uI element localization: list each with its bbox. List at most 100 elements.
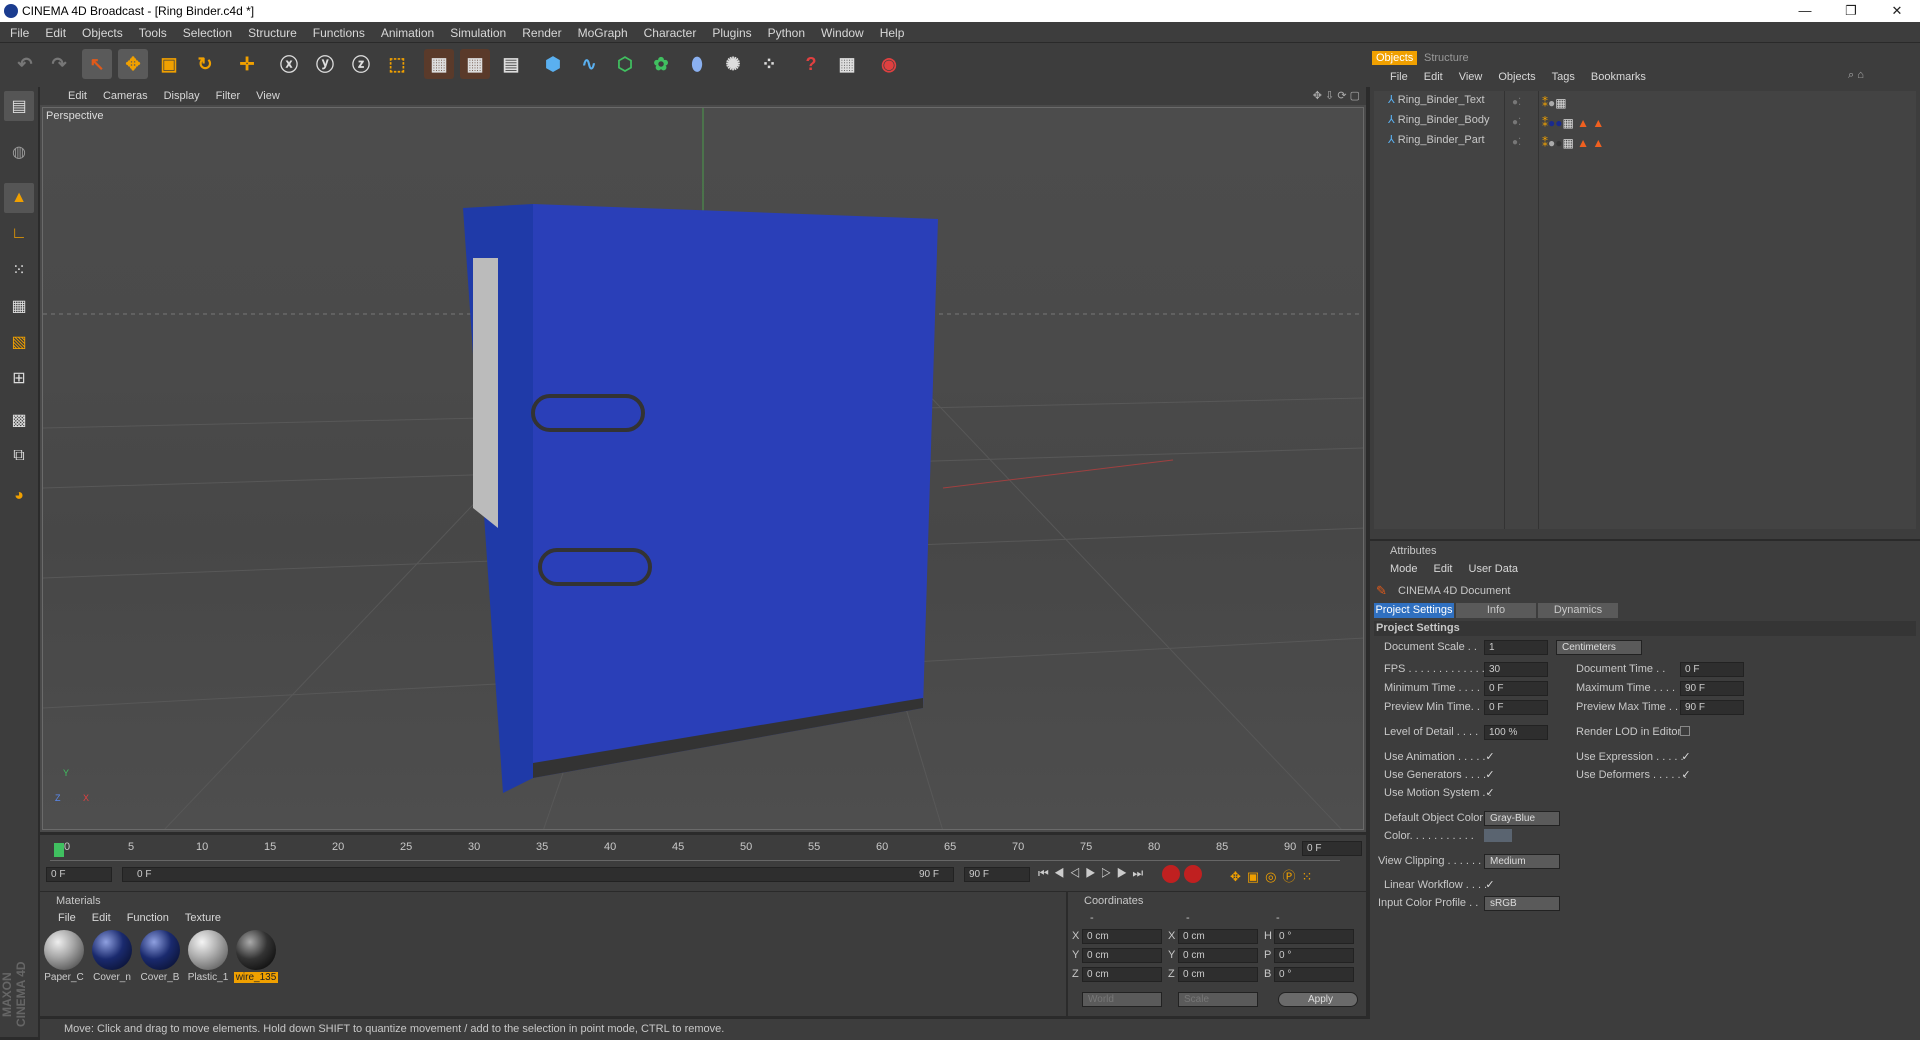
- color-swatch[interactable]: [1484, 829, 1512, 842]
- frame-ruler[interactable]: 0 5 10 15 20 25 30 35 40 45 50 55 60 65 …: [50, 839, 1340, 861]
- tab-project-settings[interactable]: Project Settings: [1374, 603, 1454, 618]
- y-axis-lock-icon[interactable]: ⓨ: [310, 49, 340, 79]
- menu-render[interactable]: Render: [514, 26, 569, 40]
- fps-field[interactable]: 30: [1484, 662, 1548, 677]
- timeline[interactable]: 0 5 10 15 20 25 30 35 40 45 50 55 60 65 …: [40, 835, 1366, 891]
- size-y-field[interactable]: 0 cm: [1178, 948, 1258, 963]
- linear-workflow-checkbox[interactable]: ✓: [1484, 879, 1496, 891]
- objects-menu-edit[interactable]: Edit: [1416, 71, 1451, 83]
- current-frame-field[interactable]: 0 F: [1302, 841, 1362, 856]
- lod-field[interactable]: 100 %: [1484, 725, 1548, 740]
- record-icon[interactable]: [1162, 865, 1180, 883]
- cube-icon[interactable]: ⬢: [538, 49, 568, 79]
- make-editable-icon[interactable]: ▤: [4, 91, 34, 121]
- render-view-icon[interactable]: ▦: [424, 49, 454, 79]
- pos-z-field[interactable]: 0 cm: [1082, 967, 1162, 982]
- material-swatch[interactable]: Cover_B: [138, 930, 182, 983]
- workplane-icon[interactable]: ⧉: [4, 441, 34, 471]
- x-axis-lock-icon[interactable]: ⓧ: [274, 49, 304, 79]
- coordinate-system-icon[interactable]: ⬚: [382, 49, 412, 79]
- redo-icon[interactable]: ↷: [44, 49, 74, 79]
- menu-python[interactable]: Python: [760, 26, 813, 40]
- rot-b-field[interactable]: 0 °: [1274, 967, 1354, 982]
- tab-info[interactable]: Info: [1456, 603, 1536, 618]
- use-motion-checkbox[interactable]: ✓: [1484, 787, 1496, 799]
- polygons-mode-icon[interactable]: ▧: [4, 327, 34, 357]
- use-generators-checkbox[interactable]: ✓: [1484, 769, 1496, 781]
- camera-icon[interactable]: ⁘: [754, 49, 784, 79]
- attributes-menu-userdata[interactable]: User Data: [1461, 563, 1527, 575]
- pos-x-field[interactable]: 0 cm: [1082, 929, 1162, 944]
- close-button[interactable]: ✕: [1874, 0, 1920, 22]
- end-frame-field[interactable]: 90 F: [964, 867, 1030, 882]
- subdivision-icon[interactable]: ⬡: [610, 49, 640, 79]
- materials-menu-edit[interactable]: Edit: [84, 912, 119, 924]
- range-slider[interactable]: 0 F 90 F: [122, 867, 954, 882]
- move-tool-icon[interactable]: ✥: [118, 49, 148, 79]
- doctime-field[interactable]: 0 F: [1680, 662, 1744, 677]
- array-icon[interactable]: ✿: [646, 49, 676, 79]
- attributes-menu-edit[interactable]: Edit: [1426, 563, 1461, 575]
- playback-controls[interactable]: ⏮◀◁▶▷▶⏭: [1038, 866, 1148, 881]
- objects-menu-view[interactable]: View: [1451, 71, 1491, 83]
- environment-icon[interactable]: ✺: [718, 49, 748, 79]
- menu-functions[interactable]: Functions: [305, 26, 373, 40]
- menu-edit[interactable]: Edit: [37, 26, 74, 40]
- rotate-tool-icon[interactable]: ↻: [190, 49, 220, 79]
- coord-mode-dropdown[interactable]: World: [1082, 992, 1162, 1007]
- menu-window[interactable]: Window: [813, 26, 872, 40]
- z-axis-lock-icon[interactable]: ⓩ: [346, 49, 376, 79]
- viewport-menu-view[interactable]: View: [248, 90, 288, 102]
- object-list[interactable]: ⅄ Ring_Binder_Text ⅄ Ring_Binder_Body ⅄ …: [1374, 91, 1916, 529]
- start-frame-field[interactable]: 0 F: [46, 867, 112, 882]
- attributes-menu-mode[interactable]: Mode: [1382, 563, 1426, 575]
- default-color-dropdown[interactable]: Gray-Blue: [1484, 811, 1560, 826]
- objects-menu-objects[interactable]: Objects: [1490, 71, 1543, 83]
- materials-menu-function[interactable]: Function: [119, 912, 177, 924]
- minimize-button[interactable]: —: [1782, 0, 1828, 22]
- rot-h-field[interactable]: 0 °: [1274, 929, 1354, 944]
- tab-objects[interactable]: Objects: [1372, 51, 1418, 65]
- object-row[interactable]: ⅄ Ring_Binder_Text: [1388, 93, 1485, 106]
- menu-selection[interactable]: Selection: [175, 26, 240, 40]
- undo-icon[interactable]: ↶: [10, 49, 40, 79]
- mintime-field[interactable]: 0 F: [1484, 681, 1548, 696]
- viewport-nav-icons[interactable]: ✥ ⇩ ⟳ ▢: [1313, 89, 1360, 102]
- recent-tool-icon[interactable]: ✛: [232, 49, 262, 79]
- material-swatch[interactable]: Paper_C: [42, 930, 86, 983]
- menu-plugins[interactable]: Plugins: [704, 26, 759, 40]
- menu-animation[interactable]: Animation: [373, 26, 442, 40]
- materials-menu-file[interactable]: File: [50, 912, 84, 924]
- viewport-menu-cameras[interactable]: Cameras: [95, 90, 156, 102]
- snap-icon[interactable]: ◕: [4, 481, 34, 511]
- edges-mode-icon[interactable]: ▦: [4, 291, 34, 321]
- menu-objects[interactable]: Objects: [74, 26, 131, 40]
- size-x-field[interactable]: 0 cm: [1178, 929, 1258, 944]
- keyframe-mode-icons[interactable]: ✥▣◎Ⓟ⁙: [1230, 866, 1318, 885]
- material-swatch[interactable]: Cover_n: [90, 930, 134, 983]
- view-clipping-dropdown[interactable]: Medium: [1484, 854, 1560, 869]
- document-scale-field[interactable]: 1: [1484, 640, 1548, 655]
- units-dropdown[interactable]: Centimeters: [1556, 640, 1642, 655]
- layout-icon[interactable]: ▦: [832, 49, 862, 79]
- texture-mode-icon[interactable]: ▩: [4, 405, 34, 435]
- pos-y-field[interactable]: 0 cm: [1082, 948, 1162, 963]
- maxtime-field[interactable]: 90 F: [1680, 681, 1744, 696]
- object-row[interactable]: ⅄ Ring_Binder_Body: [1388, 113, 1490, 126]
- input-color-profile-dropdown[interactable]: sRGB: [1484, 896, 1560, 911]
- object-row[interactable]: ⅄ Ring_Binder_Part: [1388, 133, 1485, 146]
- menu-character[interactable]: Character: [636, 26, 705, 40]
- viewport-menu-filter[interactable]: Filter: [208, 90, 248, 102]
- prevmin-field[interactable]: 0 F: [1484, 700, 1548, 715]
- menu-simulation[interactable]: Simulation: [442, 26, 514, 40]
- objects-menu-tags[interactable]: Tags: [1544, 71, 1583, 83]
- rot-p-field[interactable]: 0 °: [1274, 948, 1354, 963]
- render-settings-icon[interactable]: ▤: [496, 49, 526, 79]
- material-swatch[interactable]: Plastic_1: [186, 930, 230, 983]
- viewport-menu-edit[interactable]: Edit: [60, 90, 95, 102]
- menu-help[interactable]: Help: [872, 26, 913, 40]
- render-picture-viewer-icon[interactable]: ▦: [460, 49, 490, 79]
- live-selection-icon[interactable]: ↖: [82, 49, 112, 79]
- help-icon[interactable]: ?: [796, 49, 826, 79]
- playhead[interactable]: [54, 843, 64, 857]
